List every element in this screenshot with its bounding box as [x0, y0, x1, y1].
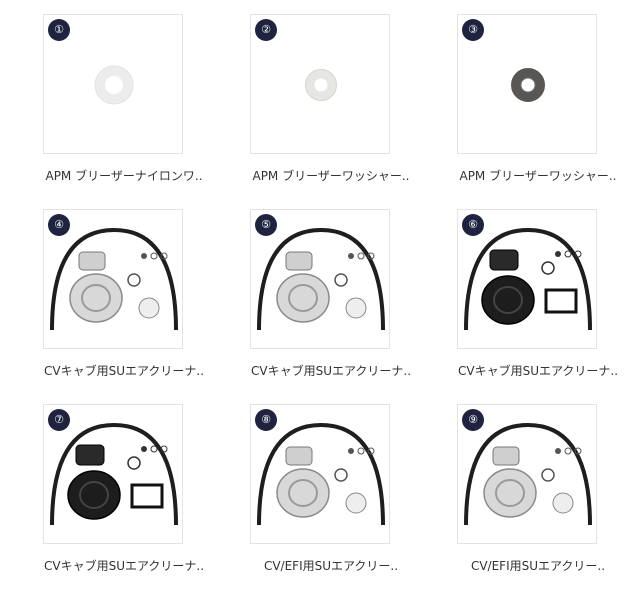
product-card[interactable]: ① APM ブリーザーナイロンワ..	[34, 14, 214, 204]
product-title[interactable]: CV/EFI用SUエアクリー..	[448, 557, 628, 574]
product-image[interactable]: ④	[43, 209, 183, 349]
product-title[interactable]: APM ブリーザーワッシャー..	[241, 167, 421, 184]
product-card[interactable]: ③ APM ブリーザーワッシャー..	[448, 14, 628, 204]
item-number-badge: ④	[48, 214, 70, 236]
item-number-badge: ②	[255, 19, 277, 41]
product-image[interactable]: ⑤	[250, 209, 390, 349]
product-image[interactable]: ③	[457, 14, 597, 154]
product-card[interactable]: ⑤ CVキャブ用SUエアクリーナ..	[241, 209, 421, 399]
product-title[interactable]: CVキャブ用SUエアクリーナ..	[448, 362, 628, 379]
item-number-badge: ⑥	[462, 214, 484, 236]
product-card[interactable]: ⑨ CV/EFI用SUエアクリー..	[448, 404, 628, 594]
product-card[interactable]: ⑦ CVキャブ用SUエアクリーナ..	[34, 404, 214, 594]
product-image[interactable]: ⑦	[43, 404, 183, 544]
product-title[interactable]: APM ブリーザーワッシャー..	[448, 167, 628, 184]
product-image[interactable]: ②	[250, 14, 390, 154]
item-number-badge: ③	[462, 19, 484, 41]
product-card[interactable]: ④ CVキャブ用SUエアクリーナ..	[34, 209, 214, 399]
item-number-badge: ⑤	[255, 214, 277, 236]
product-title[interactable]: APM ブリーザーナイロンワ..	[34, 167, 214, 184]
product-card[interactable]: ⑧ CV/EFI用SUエアクリー..	[241, 404, 421, 594]
product-image[interactable]: ⑥	[457, 209, 597, 349]
product-image[interactable]: ⑨	[457, 404, 597, 544]
item-number-badge: ⑨	[462, 409, 484, 431]
product-grid: ① APM ブリーザーナイロンワ.. ② APM ブリーザーワッシャー.. ③ …	[0, 0, 641, 605]
product-title[interactable]: CVキャブ用SUエアクリーナ..	[34, 557, 214, 574]
product-title[interactable]: CVキャブ用SUエアクリーナ..	[241, 362, 421, 379]
item-number-badge: ⑦	[48, 409, 70, 431]
product-image[interactable]: ①	[43, 14, 183, 154]
product-title[interactable]: CVキャブ用SUエアクリーナ..	[34, 362, 214, 379]
product-title[interactable]: CV/EFI用SUエアクリー..	[241, 557, 421, 574]
product-card[interactable]: ② APM ブリーザーワッシャー..	[241, 14, 421, 204]
product-card[interactable]: ⑥ CVキャブ用SUエアクリーナ..	[448, 209, 628, 399]
product-image[interactable]: ⑧	[250, 404, 390, 544]
item-number-badge: ①	[48, 19, 70, 41]
item-number-badge: ⑧	[255, 409, 277, 431]
